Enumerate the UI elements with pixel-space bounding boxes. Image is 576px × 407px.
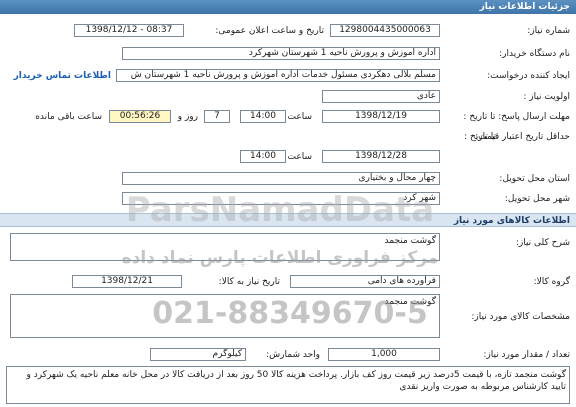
price-validity-date: 1398/12/28	[322, 150, 440, 163]
goods-group-label: گروه کالا:	[533, 277, 570, 287]
price-time-label: ساعت	[287, 152, 313, 162]
creator-label: ایجاد کننده درخواست:	[487, 71, 570, 81]
price-validity-time: 14:00	[240, 150, 286, 163]
watermark-phone: 021-88349670-5	[152, 296, 428, 331]
priority-field: عادی	[322, 90, 440, 103]
goods-section-title: اطلاعات کالاهای مورد نیاز	[453, 216, 570, 226]
buyer-field: اداره آموزش و پرورش ناحیه 1 شهرستان شهرک…	[122, 47, 440, 60]
watermark-brand: ParsNamadData	[125, 190, 435, 230]
general-desc-label: شرح کلی نیاز:	[515, 238, 570, 248]
need-date-field: 1398/12/21	[72, 275, 182, 288]
need-number-field: 1298004435000063	[330, 24, 440, 37]
reply-deadline-time: 14:00	[240, 110, 286, 123]
city-label: شهر محل تحویل:	[504, 194, 570, 204]
days-label: روز و	[177, 112, 198, 122]
reply-deadline-date: 1398/12/19	[322, 110, 440, 123]
page-title: جزئیات اطلاعات نیاز	[479, 2, 570, 12]
announce-date-label: تاریخ و ساعت اعلان عمومی:	[215, 26, 324, 36]
notes-field: گوشت منجمد تازه، با قیمت 5درصد زیر قیمت …	[6, 366, 570, 404]
watermark-line1: مرکز فراوری اطلاعات پارس نماد داده	[121, 248, 439, 268]
reply-deadline-label: مهلت ارسال پاسخ: تا تاریخ :	[463, 112, 570, 122]
unit-field: کیلوگرم	[150, 348, 246, 361]
creator-field: مسلم بلالی دهکردی مسئول خدمات اداره آموز…	[116, 69, 440, 82]
unit-label: واحد شمارش:	[266, 350, 320, 360]
price-validity-to-date-label: تا تاریخ :	[464, 132, 496, 142]
remaining-time: 00:56:26	[109, 110, 171, 123]
qty-field: 1,000	[328, 348, 440, 361]
announce-date-field: 1398/12/12 - 08:37	[74, 24, 184, 37]
need-number-label: شماره نیاز:	[527, 26, 570, 36]
reply-time-label: ساعت	[287, 112, 313, 122]
remaining-days: 7	[204, 110, 230, 123]
page-header: جزئیات اطلاعات نیاز	[0, 0, 576, 14]
spec-label: مشخصات کالای مورد نیاز:	[471, 312, 570, 322]
need-date-label: تاریخ نیاز به کالا:	[218, 277, 280, 287]
buyer-label: نام دستگاه خریدار:	[499, 49, 570, 59]
priority-label: اولویت نیاز :	[523, 92, 570, 102]
province-field: چهار محال و بختیاری	[122, 172, 440, 185]
goods-group-field: فراورده های دامی	[290, 275, 440, 288]
buyer-contact-link[interactable]: اطلاعات تماس خریدار	[14, 71, 111, 81]
qty-label: تعداد / مقدار مورد نیاز:	[483, 350, 570, 360]
province-label: استان محل تحویل:	[499, 174, 570, 184]
remaining-label: ساعت باقی مانده	[35, 112, 102, 122]
